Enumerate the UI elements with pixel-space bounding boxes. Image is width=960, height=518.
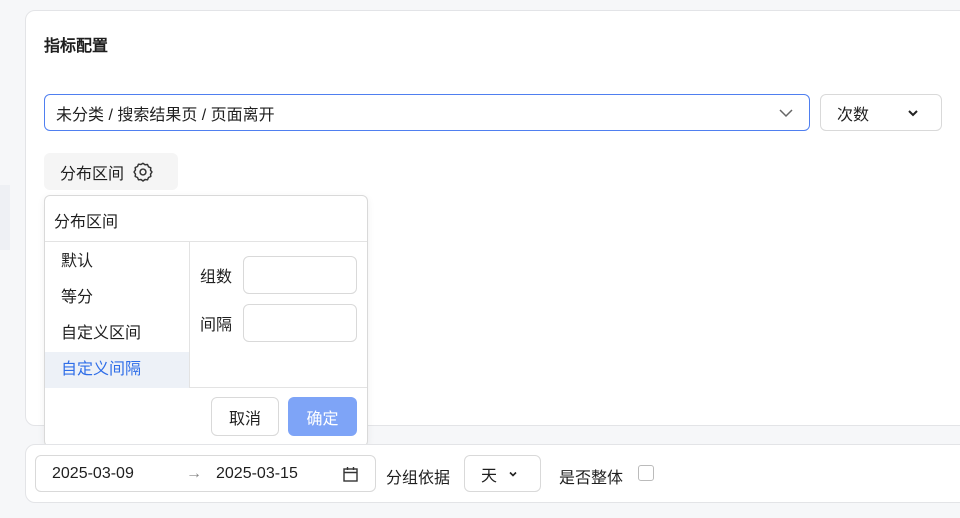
popover-title: 分布区间: [45, 196, 367, 242]
confirm-button[interactable]: 确定: [288, 397, 357, 436]
group-count-input[interactable]: [243, 256, 357, 294]
section-title: 指标配置: [44, 38, 109, 55]
option-equal[interactable]: 等分: [45, 280, 189, 316]
distribution-popover: 分布区间 默认 等分 自定义区间 自定义间隔 组数 间隔 取消 确定: [44, 195, 368, 447]
option-default[interactable]: 默认: [45, 244, 189, 280]
distribution-options: 默认 等分 自定义区间 自定义间隔: [45, 242, 190, 388]
group-by-label: 分组依据: [386, 470, 451, 487]
end-date[interactable]: 2025-03-15: [216, 465, 298, 483]
distribution-button-label: 分布区间: [60, 165, 125, 183]
overall-label: 是否整体: [559, 470, 624, 487]
event-select-value: 未分类 / 搜索结果页 / 页面离开: [56, 106, 275, 124]
cancel-button[interactable]: 取消: [211, 397, 279, 436]
event-select[interactable]: 未分类 / 搜索结果页 / 页面离开: [44, 94, 810, 131]
distribution-button[interactable]: 分布区间: [44, 153, 178, 190]
interval-label: 间隔: [200, 317, 233, 334]
start-date[interactable]: 2025-03-09: [52, 465, 134, 483]
sidebar-edge: [0, 185, 10, 250]
date-range-picker[interactable]: 2025-03-09 → 2025-03-15: [35, 455, 376, 492]
group-by-value: 天: [481, 467, 498, 485]
option-custom-range[interactable]: 自定义区间: [45, 316, 189, 352]
group-count-label: 组数: [200, 269, 233, 286]
chevron-down-icon: [908, 110, 918, 117]
calendar-icon: [343, 467, 358, 482]
arrow-right-icon: →: [186, 465, 202, 482]
group-by-select[interactable]: 天: [464, 455, 541, 492]
chevron-down-icon: [779, 109, 793, 118]
gear-icon: [133, 162, 153, 182]
measure-select[interactable]: 次数: [820, 94, 942, 131]
interval-input[interactable]: [243, 304, 357, 342]
overall-checkbox[interactable]: [638, 465, 654, 481]
measure-select-value: 次数: [837, 106, 870, 124]
chevron-down-icon: [509, 471, 517, 477]
option-custom-interval[interactable]: 自定义间隔: [45, 352, 189, 388]
